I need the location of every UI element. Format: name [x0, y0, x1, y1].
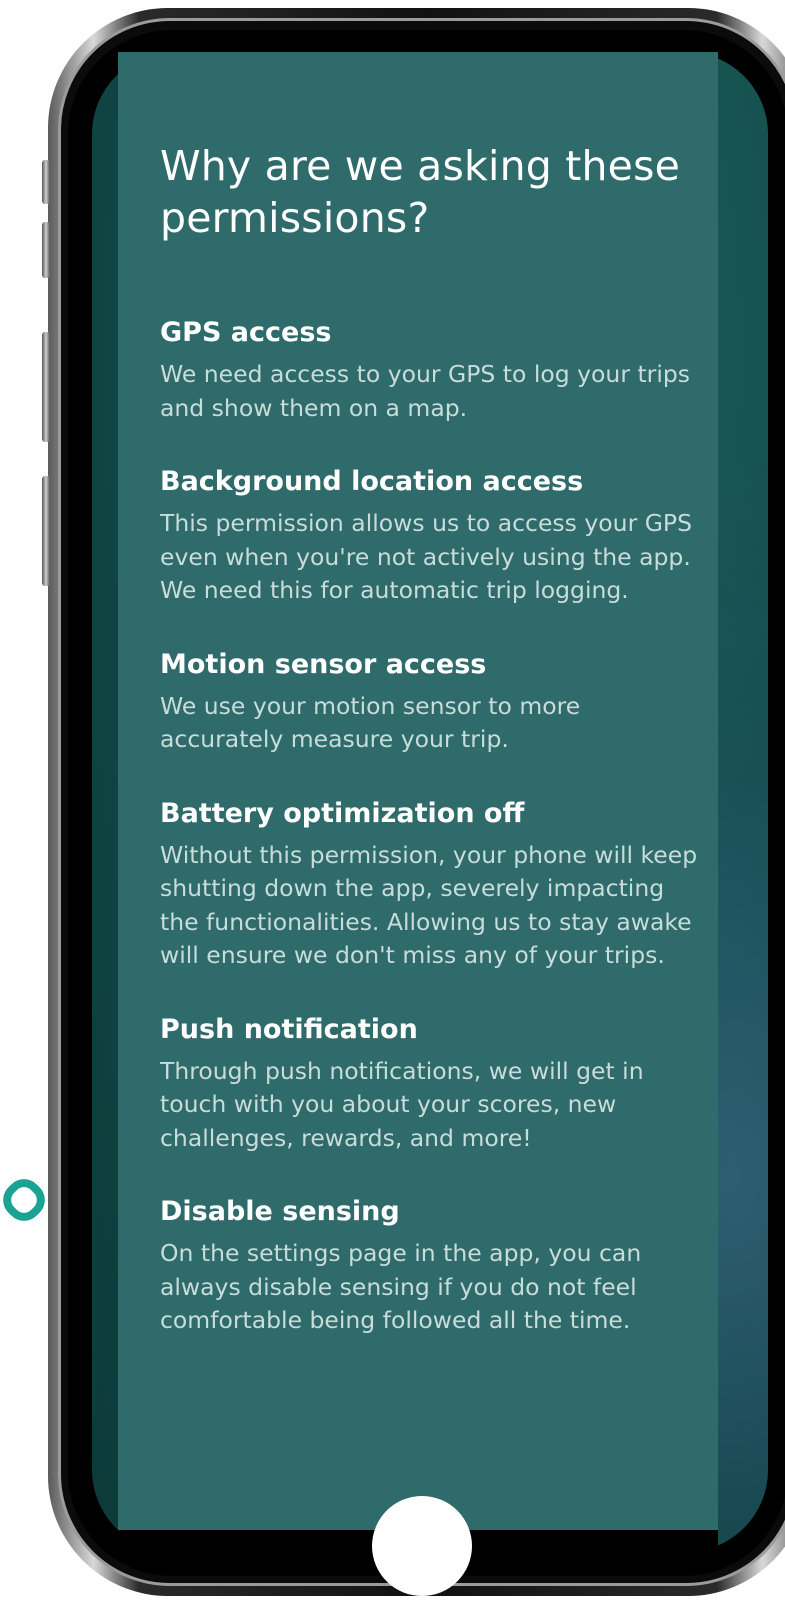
side-button	[42, 476, 50, 586]
permission-section-battery-optimization: Battery optimization off Without this pe…	[160, 797, 700, 973]
permission-description: On the settings page in the app, you can…	[160, 1239, 642, 1334]
ring-logo-icon	[3, 1179, 45, 1221]
mockup-stage: Why are we asking these permissions? GPS…	[0, 0, 785, 1603]
permission-section-motion-sensor: Motion sensor access We use your motion …	[160, 648, 700, 757]
permissions-content: Why are we asking these permissions? GPS…	[160, 140, 700, 1378]
permission-section-push-notification: Push notification Through push notificat…	[160, 1013, 700, 1156]
permission-description: This permission allows us to access your…	[160, 509, 692, 604]
permission-description: We need access to your GPS to log your t…	[160, 360, 691, 422]
permission-heading: Battery optimization off	[160, 797, 525, 829]
permission-heading: Disable sensing	[160, 1196, 400, 1227]
permission-description: Without this permission, your phone will…	[160, 840, 698, 970]
permission-description: We use your motion sensor to more accura…	[160, 691, 581, 754]
volume-up-button	[42, 222, 50, 278]
permission-section-disable-sensing: Disable sensing On the settings page in …	[160, 1195, 700, 1338]
mute-switch	[42, 160, 50, 204]
permission-heading: Push notification	[160, 1013, 418, 1045]
volume-down-button	[42, 332, 50, 442]
permission-heading: GPS access	[160, 317, 332, 348]
permission-heading: Motion sensor access	[160, 648, 487, 680]
permission-section-gps: GPS access We need access to your GPS to…	[160, 316, 700, 425]
permission-description: Through push notifications, we will get …	[160, 1056, 644, 1152]
permission-section-background-location: Background location access This permissi…	[160, 465, 700, 608]
continue-button[interactable]	[372, 1496, 472, 1596]
permission-heading: Background location access	[160, 466, 584, 497]
page-title: Why are we asking these permissions?	[160, 142, 681, 242]
